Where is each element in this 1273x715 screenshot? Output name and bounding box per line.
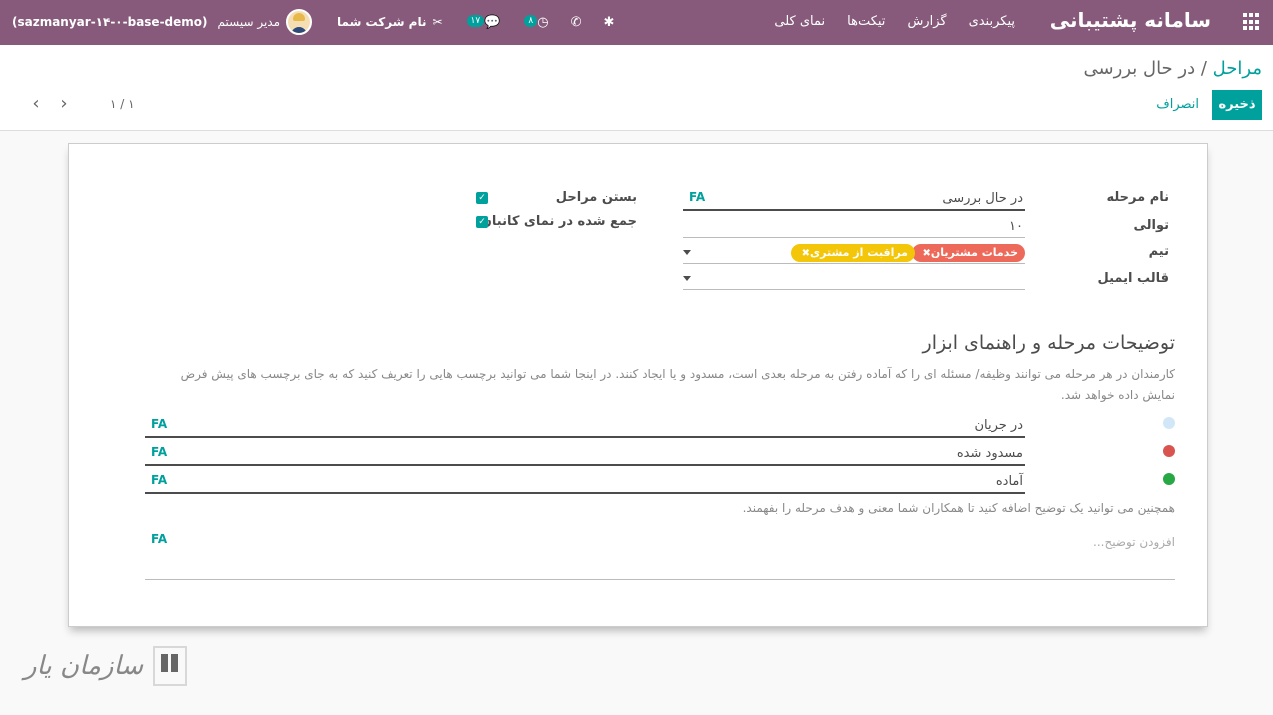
description-placeholder[interactable]: افزودن توضیح... bbox=[1093, 535, 1175, 549]
blocked-state-input[interactable] bbox=[145, 438, 1025, 466]
normal-state-value: در جریان bbox=[974, 418, 1023, 433]
remove-tag-icon[interactable]: ✖ bbox=[923, 248, 931, 259]
sequence-input[interactable] bbox=[683, 211, 1025, 238]
bug-icon[interactable]: ✱ bbox=[604, 15, 615, 30]
breadcrumb: مراحل / در حال بررسی bbox=[1084, 58, 1262, 79]
kanban-folded-label: جمع شده در نمای کانبان bbox=[480, 214, 637, 229]
team-dropdown-caret-icon[interactable] bbox=[683, 250, 691, 255]
kanban-folded-checkbox[interactable]: ✓ bbox=[476, 216, 488, 228]
description-translate-button[interactable]: FA bbox=[151, 532, 167, 546]
activity-count-badge: ۸ bbox=[524, 14, 538, 27]
tools-icon: ✂ bbox=[432, 15, 443, 29]
discard-button[interactable]: انصراف bbox=[1156, 90, 1199, 120]
done-state-translate-button[interactable]: FA bbox=[151, 473, 167, 487]
stage-name-label: نام مرحله bbox=[1106, 190, 1169, 205]
blocked-state-translate-button[interactable]: FA bbox=[151, 445, 167, 459]
company-switcher[interactable]: نام شرکت شما ✂ bbox=[337, 15, 443, 29]
watermark-icon bbox=[153, 646, 188, 686]
top-navbar: سامانه پشتیبانی نمای کلی تیکت‌ها گزارش پ… bbox=[0, 0, 1273, 45]
chat-icon: 💬 bbox=[484, 14, 501, 30]
sequence-value: ۱۰ bbox=[1009, 219, 1023, 234]
section-help: کارمندان در هر مرحله می توانند وظیفه/ مس… bbox=[180, 367, 1175, 402]
done-state-value: آماده bbox=[995, 474, 1023, 489]
menu-configuration[interactable]: پیکربندی bbox=[969, 14, 1015, 29]
blocked-state-dot bbox=[1163, 445, 1175, 457]
menu-tickets[interactable]: تیکت‌ها bbox=[847, 14, 885, 29]
pager-value[interactable]: ۱ / ۱ bbox=[110, 97, 135, 111]
pager-previous-icon[interactable]: ‹ bbox=[22, 94, 50, 114]
normal-state-input[interactable] bbox=[145, 410, 1025, 438]
normal-state-dot bbox=[1163, 417, 1175, 429]
watermark-text: سازمان یار bbox=[24, 651, 144, 681]
phone-icon[interactable]: ✆ bbox=[571, 15, 582, 30]
pager: ‹ › ۱ / ۱ bbox=[22, 94, 135, 114]
company-name: نام شرکت شما bbox=[337, 15, 427, 29]
breadcrumb-separator: / bbox=[1200, 58, 1207, 79]
done-state-input[interactable] bbox=[145, 466, 1025, 494]
email-template-caret-icon[interactable] bbox=[683, 276, 691, 281]
user-avatar bbox=[286, 9, 313, 35]
menu-overview[interactable]: نمای کلی bbox=[774, 14, 825, 29]
description-help: همچنین می توانید یک توضیح اضافه کنید تا … bbox=[742, 501, 1175, 515]
database-name: (sazmanyar-۱۴-۰-base-demo) bbox=[12, 15, 208, 29]
user-menu[interactable]: مدیر سیستم bbox=[218, 9, 313, 35]
section-title: توضیحات مرحله و راهنمای ابزار bbox=[922, 332, 1175, 354]
stage-name-translate-button[interactable]: FA bbox=[689, 190, 705, 204]
form-sheet: نام مرحله در حال بررسی FA توالی ۱۰ تیم خ… bbox=[68, 143, 1208, 627]
team-label: تیم bbox=[1148, 244, 1169, 259]
activity-menu[interactable]: ۸ ◷ bbox=[522, 14, 549, 30]
email-template-select[interactable] bbox=[683, 264, 1025, 290]
pager-next-icon[interactable]: › bbox=[50, 94, 78, 114]
email-template-label: قالب ایمیل bbox=[1097, 271, 1169, 286]
team-tag-customer-service: خدمات مشتریان✖ bbox=[911, 244, 1025, 262]
watermark-logo: سازمان یار bbox=[24, 646, 188, 686]
user-name: مدیر سیستم bbox=[217, 15, 281, 29]
apps-menu-icon[interactable] bbox=[1243, 13, 1261, 31]
messaging-menu[interactable]: ۱۷ 💬 bbox=[465, 14, 501, 30]
description-editor[interactable] bbox=[145, 554, 1175, 580]
main-menu: نمای کلی تیکت‌ها گزارش پیکربندی bbox=[774, 14, 1015, 29]
menu-reporting[interactable]: گزارش bbox=[907, 14, 946, 29]
sequence-label: توالی bbox=[1133, 218, 1169, 233]
done-state-dot bbox=[1163, 473, 1175, 485]
clock-icon: ◷ bbox=[537, 14, 549, 30]
breadcrumb-current: در حال بررسی bbox=[1083, 58, 1196, 79]
systray: (sazmanyar-۱۴-۰-base-demo) مدیر سیستم نا… bbox=[12, 6, 636, 38]
message-count-badge: ۱۷ bbox=[466, 14, 485, 27]
breadcrumb-stages-link[interactable]: مراحل bbox=[1213, 58, 1262, 79]
blocked-state-value: مسدود شده bbox=[956, 446, 1023, 461]
team-tag-customer-care: مراقبت از مشتری✖ bbox=[790, 244, 915, 262]
app-brand[interactable]: سامانه پشتیبانی bbox=[1050, 8, 1211, 32]
save-button[interactable]: ذخیره bbox=[1212, 90, 1262, 120]
folded-label: بستن مراحل bbox=[555, 190, 637, 205]
stage-name-value: در حال بررسی bbox=[942, 191, 1023, 206]
folded-checkbox[interactable]: ✓ bbox=[476, 192, 488, 204]
normal-state-translate-button[interactable]: FA bbox=[151, 417, 167, 431]
remove-tag-icon[interactable]: ✖ bbox=[802, 248, 810, 259]
